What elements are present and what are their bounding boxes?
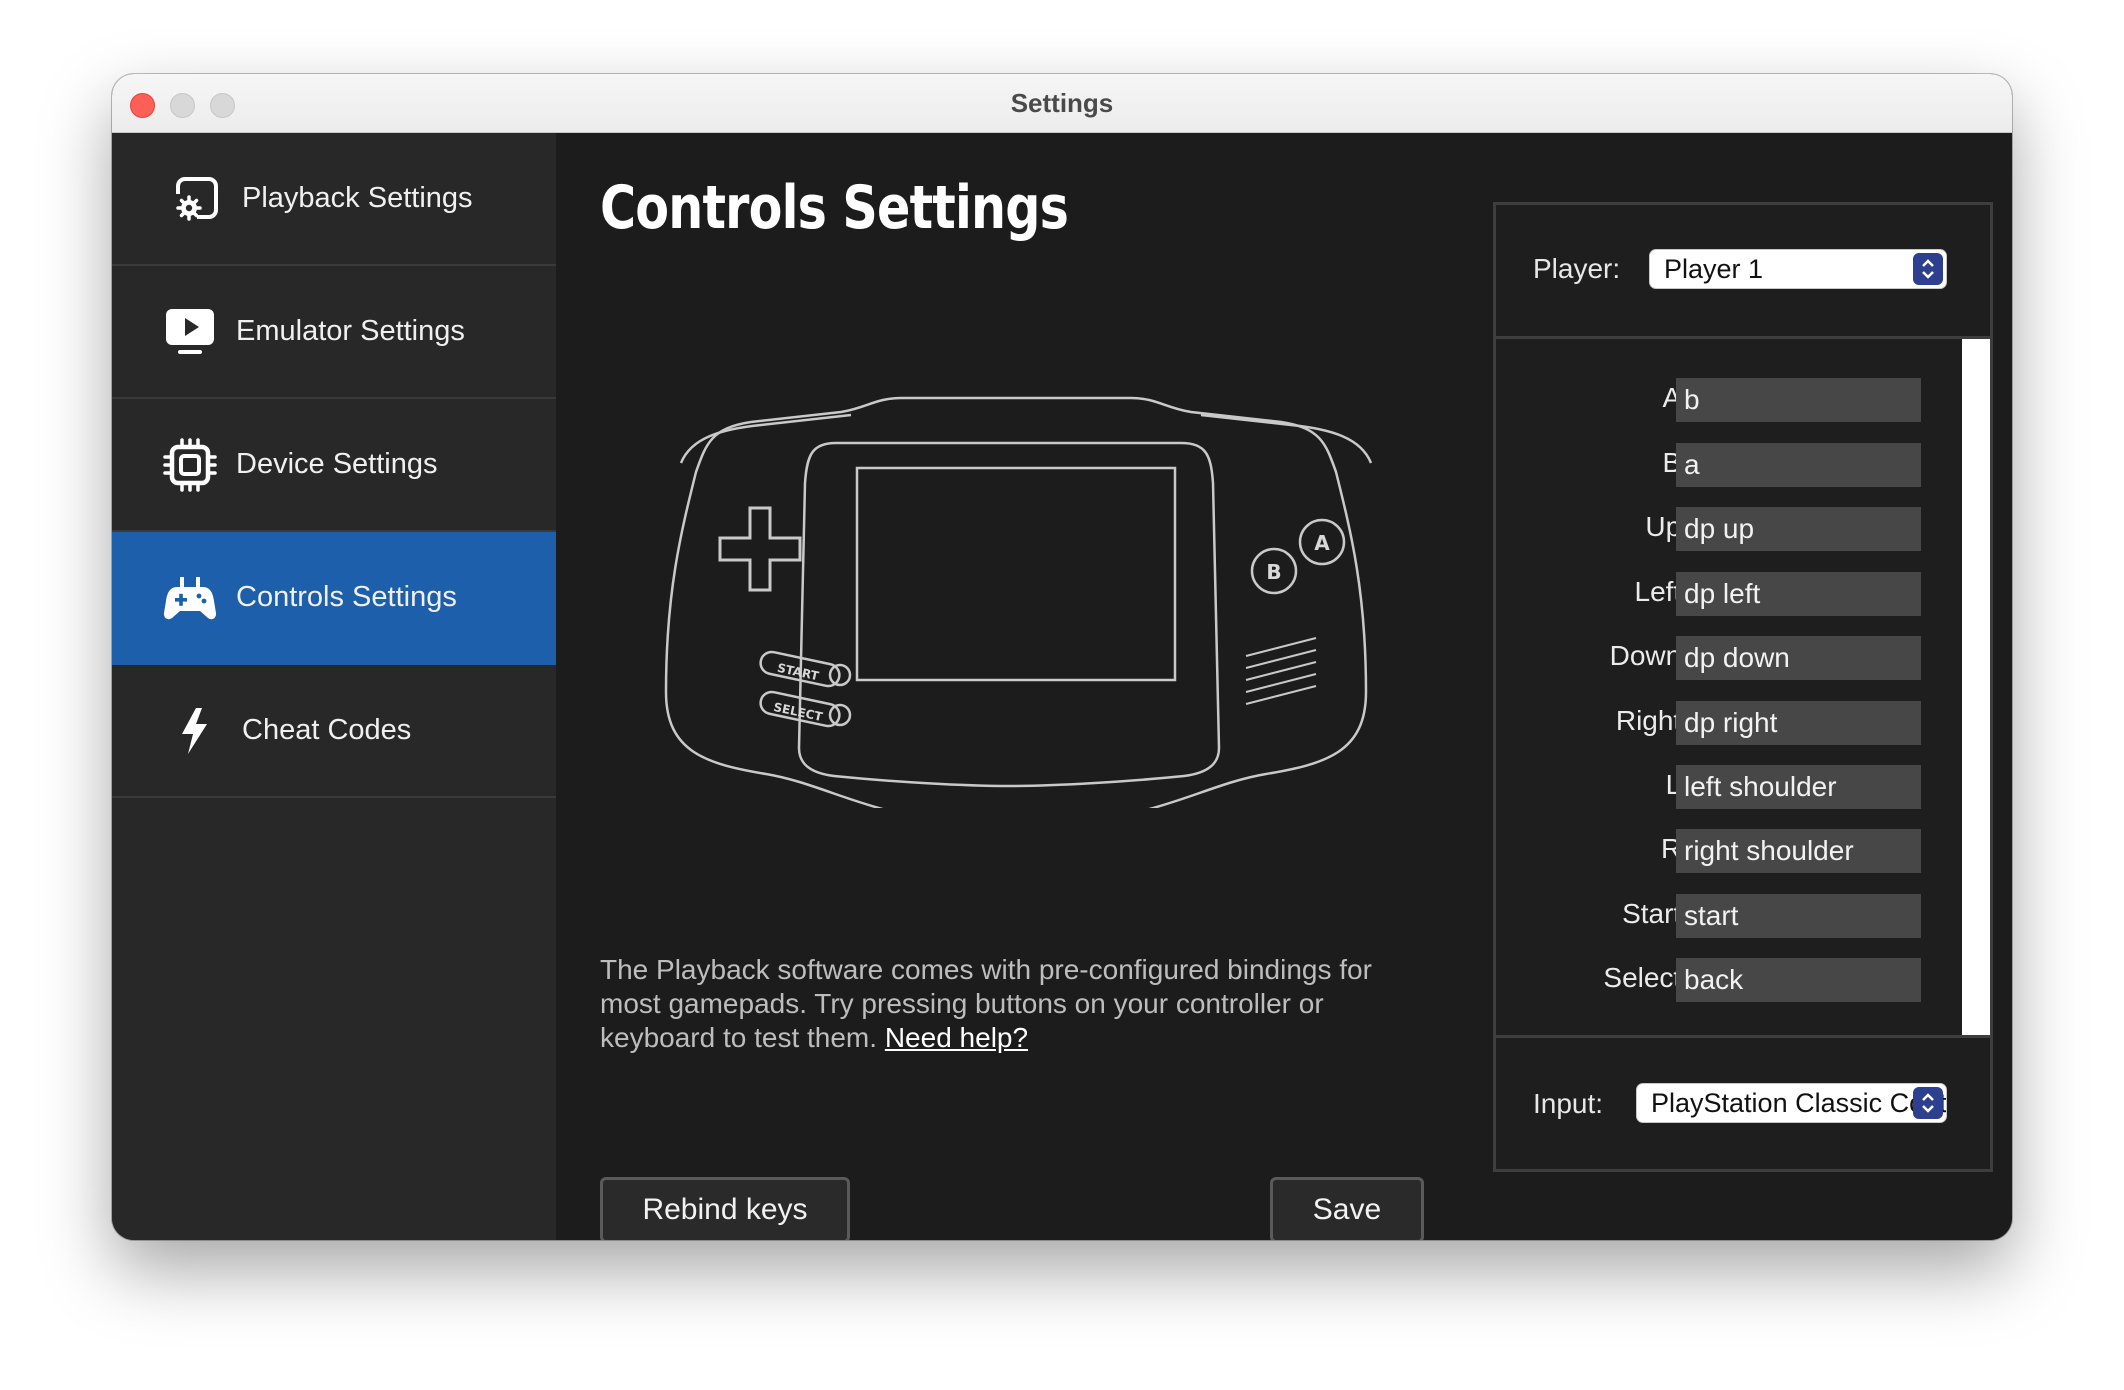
b-button-label: B [1266,560,1281,584]
player-label: Player: [1533,253,1621,284]
binding-field[interactable]: a [1676,443,1921,487]
binding-field[interactable]: dp left [1676,572,1921,616]
input-label: Input: [1533,1088,1604,1119]
binding-field[interactable]: right shoulder [1676,829,1921,873]
player-select-value: Player 1 [1664,254,1764,284]
input-selector-section: Input: PlayStation Classic Controller [1496,1035,1990,1169]
binding-field[interactable]: dp right [1676,701,1921,745]
sidebar-item-label: Cheat Codes [242,714,412,746]
bindings-panel: Player: Player 1 A: b B: a [1493,202,1993,1172]
gamepad-icon [162,570,218,626]
binding-row-b: B: a [1496,443,1946,487]
chip-icon [162,437,218,493]
binding-field[interactable]: dp down [1676,636,1921,680]
main-content: Controls Settings A B START SELECT The P… [556,133,2012,1240]
gameboy-advance-diagram: A B START SELECT [664,396,1373,808]
input-select-value: PlayStation Classic Controller [1651,1088,1946,1118]
lightning-icon [168,703,224,759]
binding-row-r: R: right shoulder [1496,829,1946,873]
settings-window: Settings Playback Settings Emulator Sett… [112,74,2012,1240]
sidebar-item-emulator-settings[interactable]: Emulator Settings [112,266,556,399]
binding-field[interactable]: dp up [1676,507,1921,551]
binding-row-a: A: b [1496,378,1946,422]
save-button[interactable]: Save [1270,1177,1424,1240]
sidebar-item-label: Device Settings [236,448,438,480]
description-text: The Playback software comes with pre-con… [600,953,1420,1055]
sidebar-item-device-settings[interactable]: Device Settings [112,399,556,532]
binding-row-left: Left: dp left [1496,572,1946,616]
page-title: Controls Settings [600,173,1069,243]
rebind-keys-button[interactable]: Rebind keys [600,1177,850,1240]
binding-field[interactable]: start [1676,894,1921,938]
sidebar: Playback Settings Emulator Settings Devi… [112,133,556,1240]
sidebar-item-controls-settings[interactable]: Controls Settings [112,532,556,665]
input-select[interactable]: PlayStation Classic Controller [1636,1083,1947,1123]
player-select[interactable]: Player 1 [1649,249,1947,289]
binding-row-down: Down: dp down [1496,636,1946,680]
sidebar-item-label: Playback Settings [242,182,473,214]
binding-row-up: Up: dp up [1496,507,1946,551]
sidebar-item-label: Emulator Settings [236,315,465,347]
chevron-up-down-icon [1913,253,1943,285]
play-screen-icon [162,304,218,360]
scrollbar[interactable] [1962,339,1990,1035]
bindings-list[interactable]: A: b B: a Up: dp up Left: dp left Down: [1496,339,1990,1035]
binding-row-right: Right: dp right [1496,701,1946,745]
sidebar-item-cheat-codes[interactable]: Cheat Codes [112,665,556,798]
chevron-up-down-icon [1913,1087,1943,1119]
sidebar-item-playback-settings[interactable]: Playback Settings [112,133,556,266]
binding-row-l: L: left shoulder [1496,765,1946,809]
binding-row-start: Start: start [1496,894,1946,938]
binding-field[interactable]: back [1676,958,1921,1002]
binding-field[interactable]: b [1676,378,1921,422]
binding-field[interactable]: left shoulder [1676,765,1921,809]
sidebar-item-label: Controls Settings [236,581,457,613]
binding-row-select: Select: back [1496,958,1946,1002]
a-button-label: A [1314,531,1330,555]
need-help-link[interactable]: Need help? [885,1022,1028,1053]
gear-screen-icon [168,171,224,227]
player-selector-section: Player: Player 1 [1496,205,1990,339]
title-bar: Settings [112,74,2012,133]
window-title: Settings [1010,88,1114,118]
